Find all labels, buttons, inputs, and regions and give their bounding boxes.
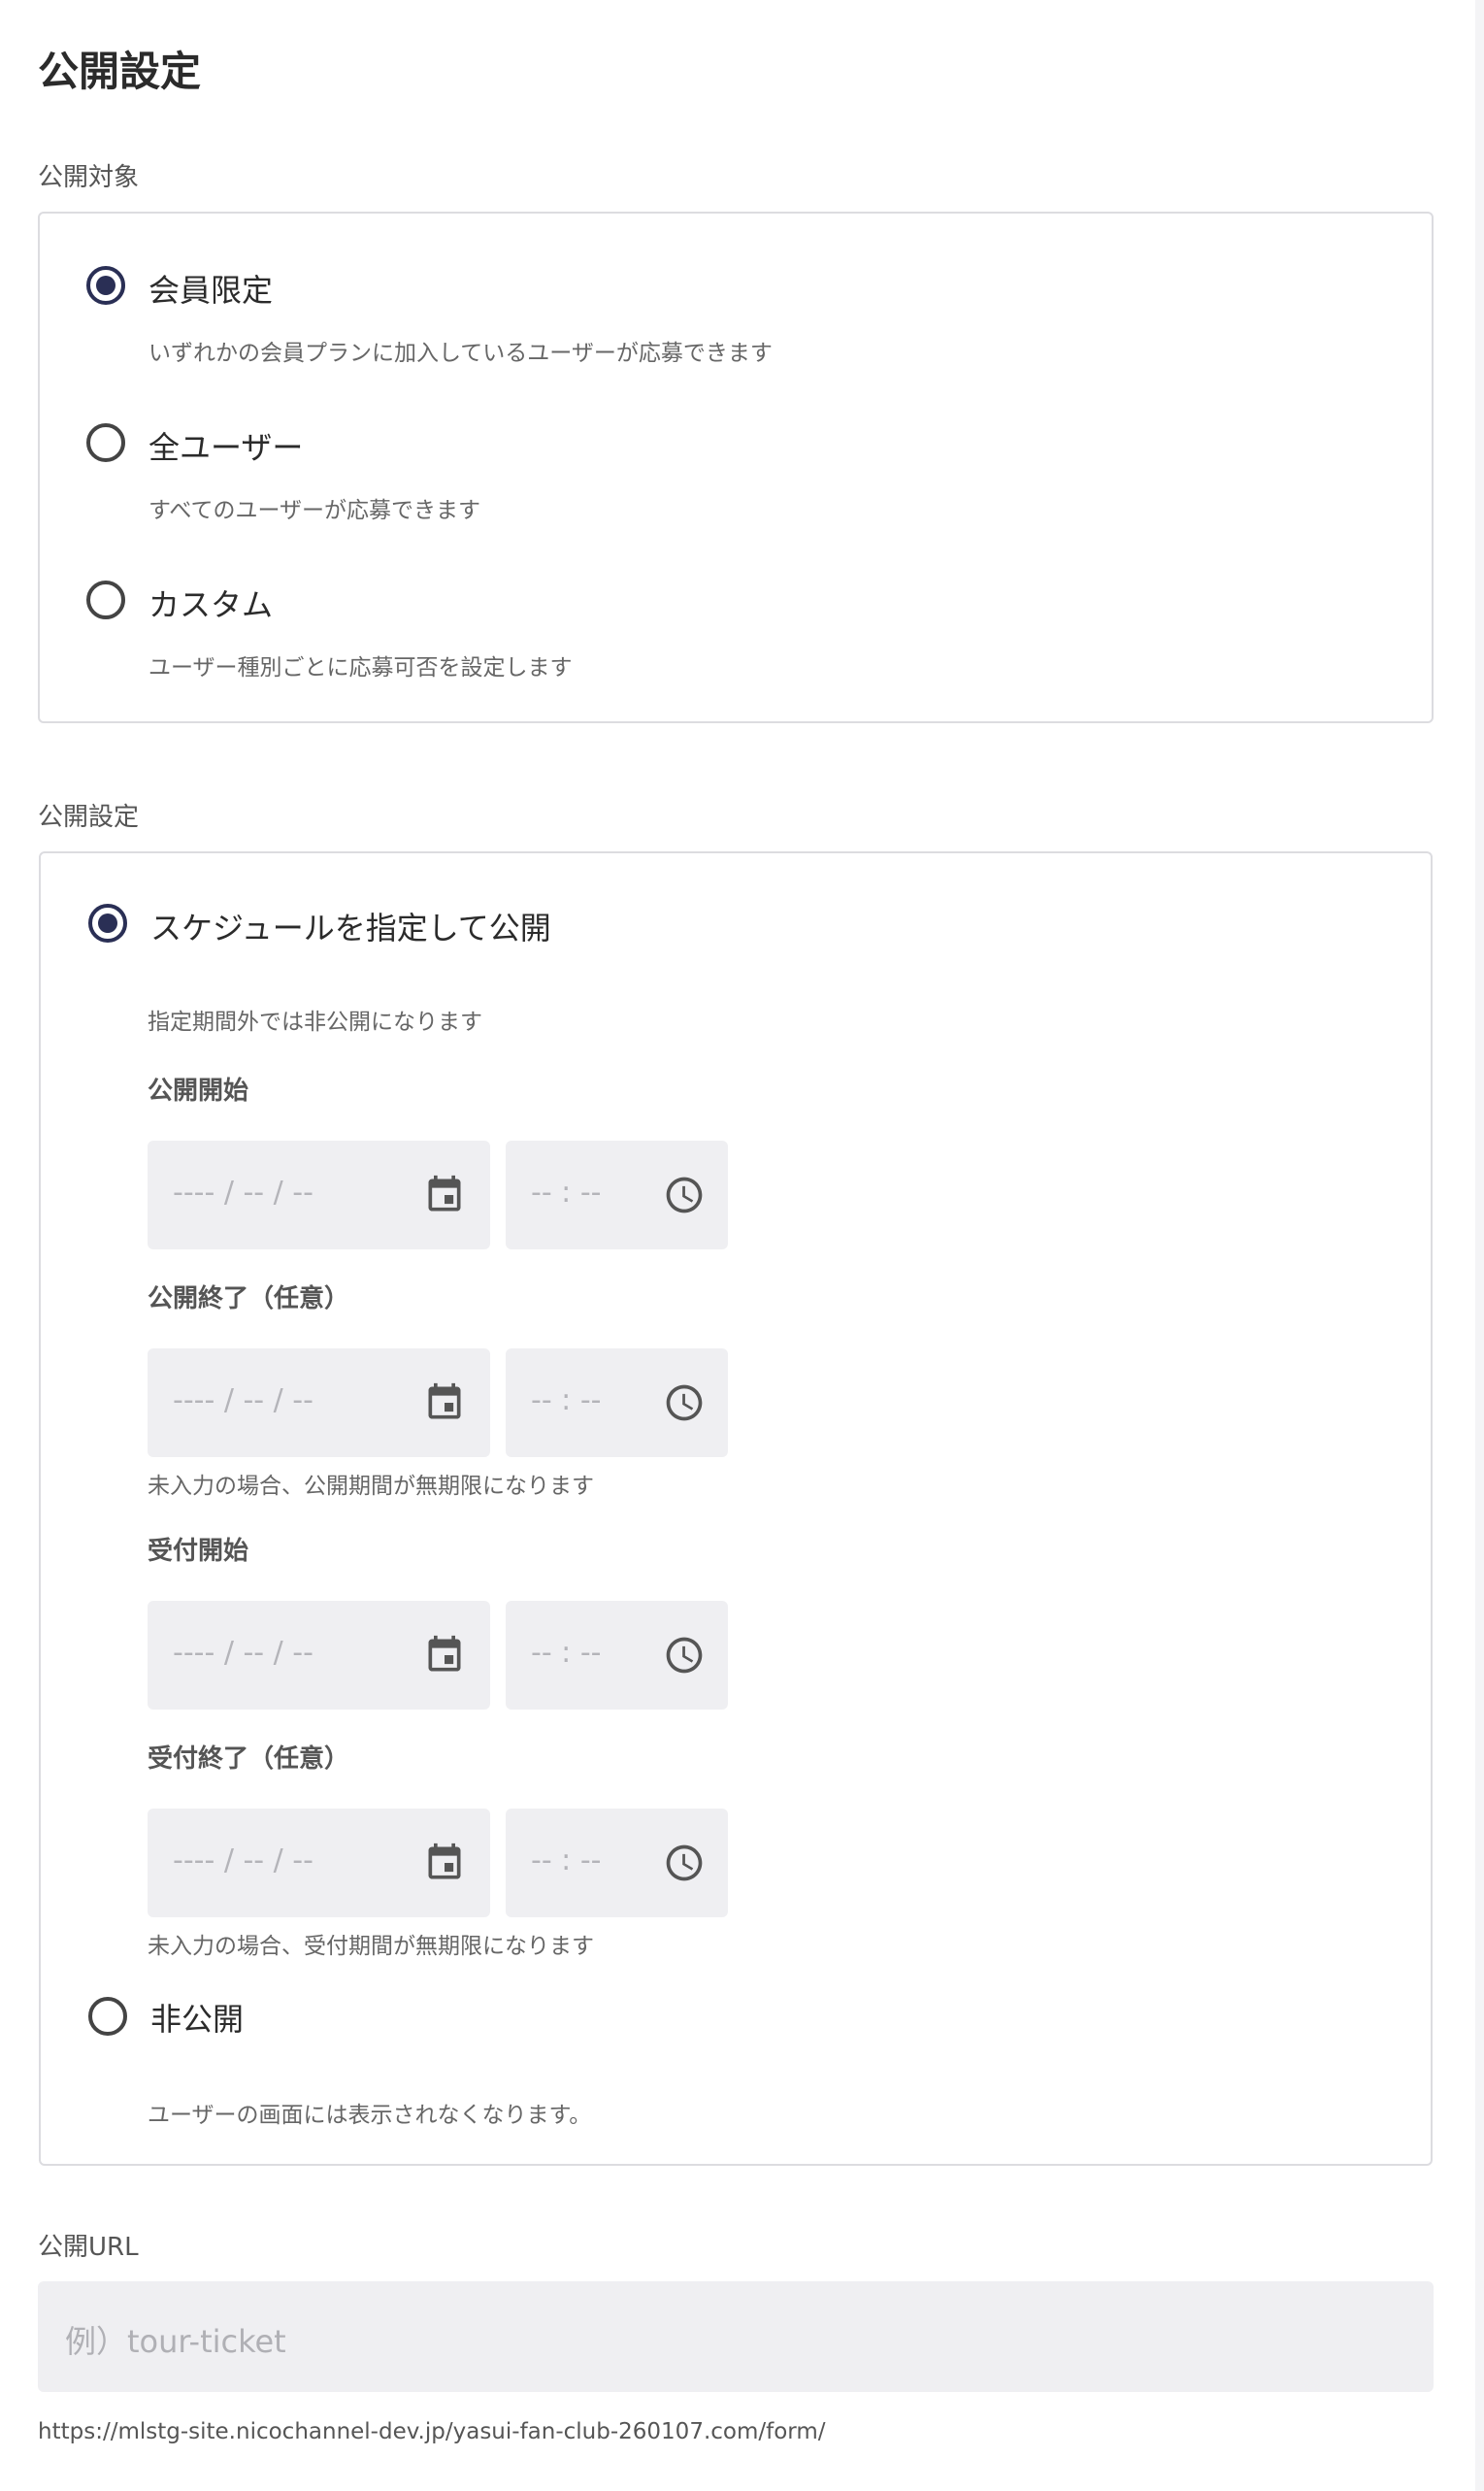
option-schedule-label[interactable]: スケジュールを指定して公開 bbox=[150, 904, 551, 948]
url-placeholder: 例）tour-ticket bbox=[65, 2323, 286, 2360]
date-placeholder: ---- / -- / -- bbox=[173, 1383, 313, 1417]
date-placeholder: ---- / -- / -- bbox=[173, 1176, 313, 1210]
option-members-only-description: いずれかの会員プランに加入しているユーザーが応募できます bbox=[148, 341, 773, 366]
reception-start-label: 受付開始 bbox=[148, 1537, 249, 1566]
publish-end-note: 未入力の場合、公開期間が無期限になります bbox=[148, 1474, 594, 1499]
date-placeholder: ---- / -- / -- bbox=[173, 1843, 313, 1877]
publish-end-date-input[interactable]: ---- / -- / -- bbox=[148, 1348, 490, 1457]
clock-icon[interactable] bbox=[663, 1381, 706, 1424]
radio-private[interactable] bbox=[88, 1997, 127, 2036]
reception-end-note: 未入力の場合、受付期間が無期限になります bbox=[148, 1934, 594, 1959]
radio-all-users[interactable] bbox=[86, 423, 125, 462]
radio-schedule[interactable] bbox=[88, 904, 127, 943]
time-placeholder: -- : -- bbox=[531, 1636, 602, 1670]
time-placeholder: -- : -- bbox=[531, 1176, 602, 1210]
time-placeholder: -- : -- bbox=[531, 1383, 602, 1417]
date-placeholder: ---- / -- / -- bbox=[173, 1636, 313, 1670]
option-schedule-description: 指定期間外では非公開になります bbox=[148, 1010, 482, 1035]
option-members-only-label[interactable]: 会員限定 bbox=[148, 266, 273, 311]
publish-end-time-input[interactable]: -- : -- bbox=[506, 1348, 728, 1457]
publish-start-label: 公開開始 bbox=[148, 1077, 249, 1106]
clock-icon[interactable] bbox=[663, 1842, 706, 1884]
option-all-users-description: すべてのユーザーが応募できます bbox=[148, 498, 481, 523]
time-placeholder: -- : -- bbox=[531, 1843, 602, 1877]
radio-custom[interactable] bbox=[86, 581, 125, 619]
publish-end-label: 公開終了（任意） bbox=[148, 1284, 350, 1313]
reception-start-date-input[interactable]: ---- / -- / -- bbox=[148, 1601, 490, 1710]
reception-end-time-input[interactable]: -- : -- bbox=[506, 1809, 728, 1917]
option-private-description: ユーザーの画面には表示されなくなります。 bbox=[148, 2103, 592, 2128]
publish-start-date-input[interactable]: ---- / -- / -- bbox=[148, 1141, 490, 1249]
option-private-label[interactable]: 非公開 bbox=[150, 1995, 244, 2040]
calendar-icon[interactable] bbox=[423, 1634, 466, 1677]
radio-members-only[interactable] bbox=[86, 266, 125, 305]
scrollbar-track[interactable] bbox=[1475, 0, 1484, 2491]
calendar-icon[interactable] bbox=[423, 1381, 466, 1424]
publish-start-time-input[interactable]: -- : -- bbox=[506, 1141, 728, 1249]
publish-card: スケジュールを指定して公開 指定期間外では非公開になります 公開開始 ---- … bbox=[39, 851, 1433, 2166]
audience-section-label: 公開対象 bbox=[38, 163, 140, 192]
calendar-icon[interactable] bbox=[423, 1842, 466, 1884]
reception-start-time-input[interactable]: -- : -- bbox=[506, 1601, 728, 1710]
reception-end-date-input[interactable]: ---- / -- / -- bbox=[148, 1809, 490, 1917]
reception-end-label: 受付終了（任意） bbox=[148, 1744, 350, 1774]
url-prefix-text: https://mlstg-site.nicochannel-dev.jp/ya… bbox=[38, 2419, 826, 2444]
option-all-users-label[interactable]: 全ユーザー bbox=[148, 423, 303, 468]
url-slug-input[interactable]: 例）tour-ticket bbox=[38, 2281, 1434, 2392]
option-custom-description: ユーザー種別ごとに応募可否を設定します bbox=[148, 655, 573, 681]
option-custom-label[interactable]: カスタム bbox=[148, 581, 273, 625]
clock-icon[interactable] bbox=[663, 1634, 706, 1677]
page-title: 公開設定 bbox=[38, 48, 202, 95]
url-section-label: 公開URL bbox=[38, 2233, 139, 2262]
publish-section-label: 公開設定 bbox=[38, 803, 140, 832]
clock-icon[interactable] bbox=[663, 1174, 706, 1216]
audience-card: 会員限定 いずれかの会員プランに加入しているユーザーが応募できます 全ユーザー … bbox=[38, 212, 1434, 723]
calendar-icon[interactable] bbox=[423, 1174, 466, 1216]
